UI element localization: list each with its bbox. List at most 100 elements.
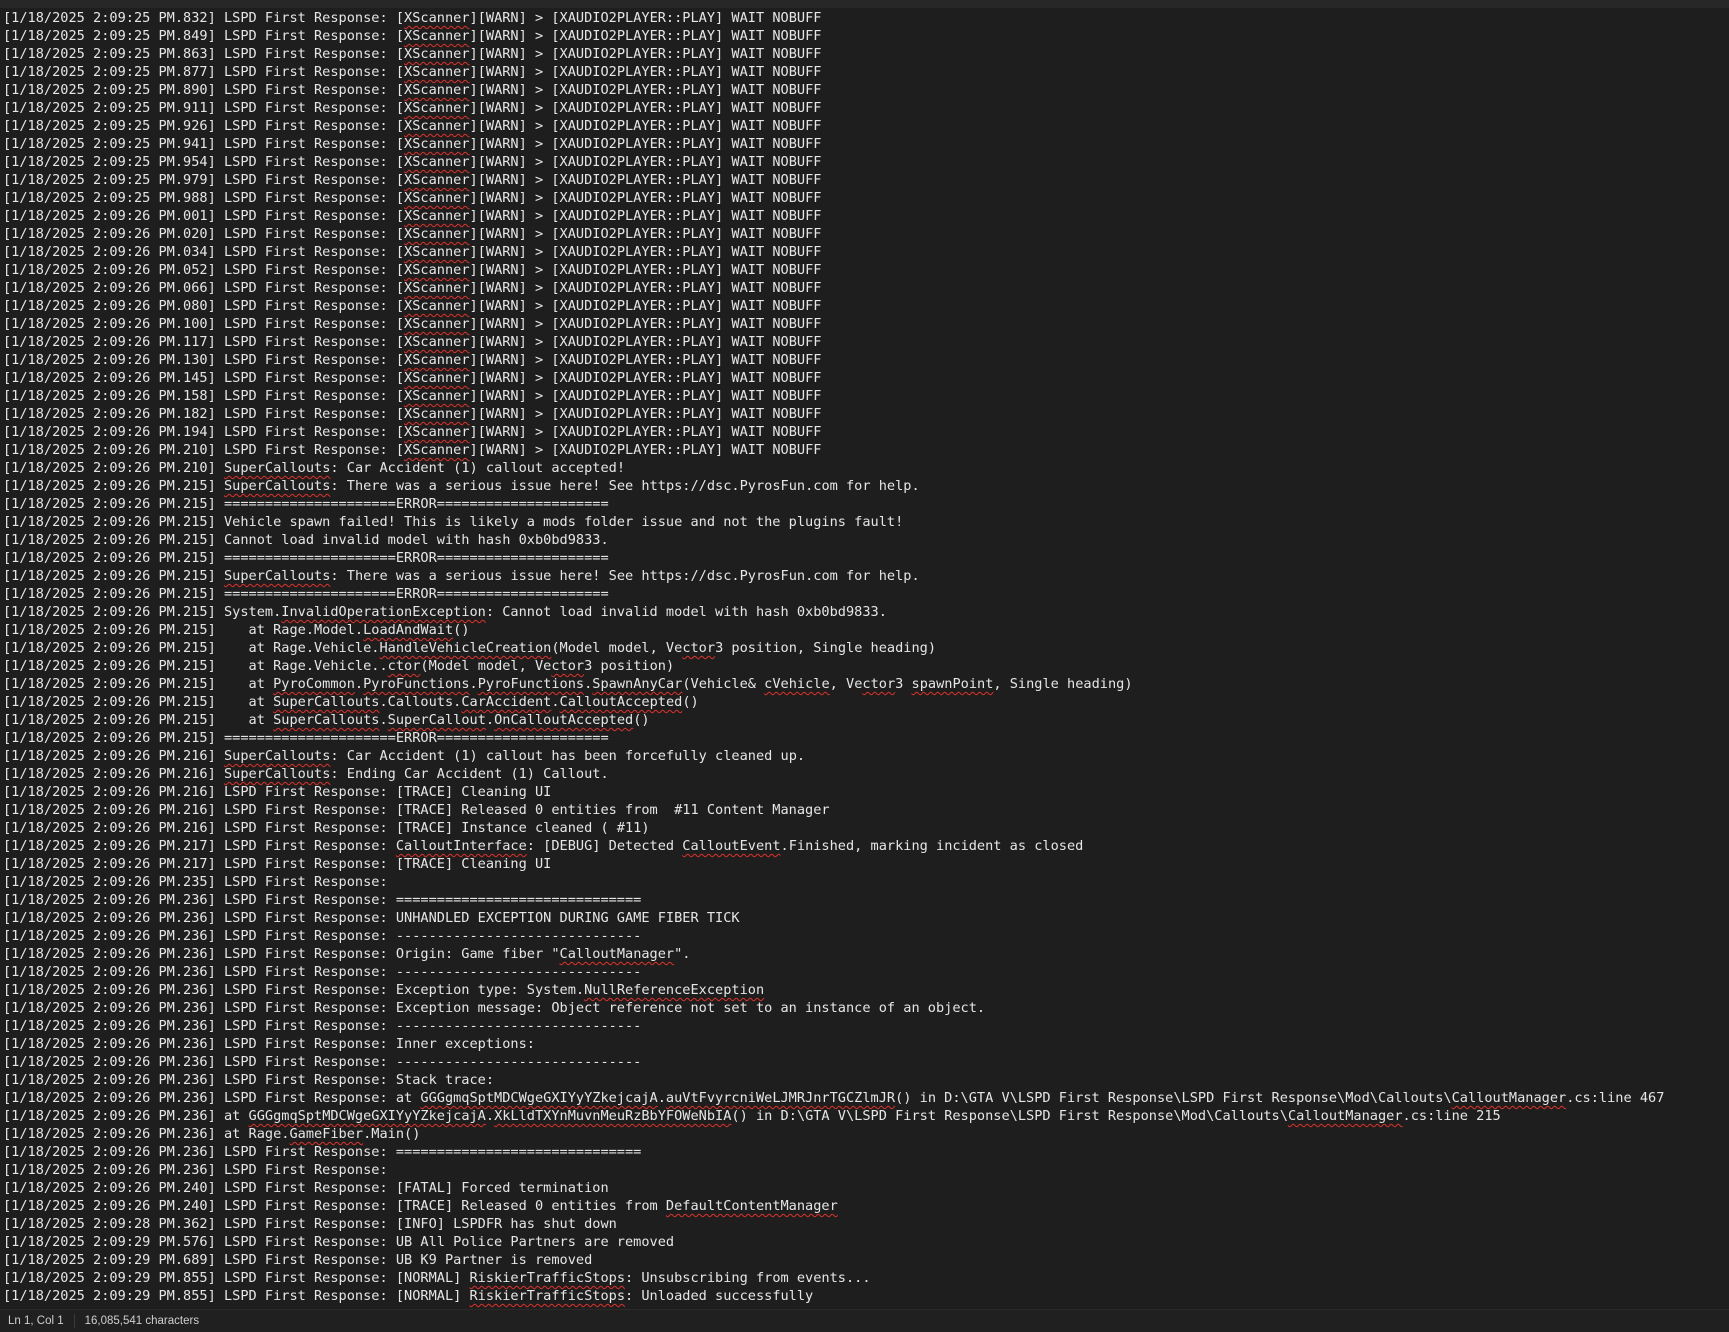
log-line: [1/18/2025 2:09:26 PM.236] LSPD First Re…: [3, 982, 765, 998]
spellcheck-squiggle: ctor: [862, 676, 896, 692]
log-line: [1/18/2025 2:09:26 PM.217] LSPD First Re…: [3, 838, 1084, 854]
log-line: [1/18/2025 2:09:26 PM.215] at SuperCallo…: [3, 694, 699, 710]
log-line: [1/18/2025 2:09:26 PM.052] LSPD First Re…: [3, 262, 822, 278]
log-line: [1/18/2025 2:09:26 PM.236] LSPD First Re…: [3, 946, 691, 962]
spellcheck-squiggle: SuperCallouts: [273, 712, 380, 728]
log-line: [1/18/2025 2:09:26 PM.240] LSPD First Re…: [3, 1180, 609, 1196]
log-line: [1/18/2025 2:09:26 PM.215] System.Invali…: [3, 604, 887, 620]
log-line: [1/18/2025 2:09:26 PM.130] LSPD First Re…: [3, 352, 822, 368]
spellcheck-squiggle: SuperCallouts: [223, 460, 331, 476]
log-line: [1/18/2025 2:09:26 PM.210] LSPD First Re…: [3, 442, 822, 458]
log-line: [1/18/2025 2:09:26 PM.080] LSPD First Re…: [3, 298, 822, 314]
log-line: [1/18/2025 2:09:26 PM.215] =============…: [3, 730, 609, 746]
log-line: [1/18/2025 2:09:26 PM.215] SuperCallouts…: [3, 478, 920, 494]
spellcheck-squiggle: NullReferenceException: [584, 982, 765, 998]
log-line: [1/18/2025 2:09:26 PM.100] LSPD First Re…: [3, 316, 822, 332]
log-line: [1/18/2025 2:09:26 PM.235] LSPD First Re…: [3, 874, 388, 890]
log-line: [1/18/2025 2:09:29 PM.855] LSPD First Re…: [3, 1270, 871, 1286]
log-line: [1/18/2025 2:09:25 PM.926] LSPD First Re…: [3, 118, 822, 134]
log-line: [1/18/2025 2:09:29 PM.855] LSPD First Re…: [3, 1288, 814, 1304]
log-line: [1/18/2025 2:09:26 PM.236] LSPD First Re…: [3, 1072, 495, 1088]
spellcheck-squiggle: XScanner: [404, 28, 470, 44]
log-line: [1/18/2025 2:09:26 PM.236] LSPD First Re…: [3, 910, 740, 926]
log-line: [1/18/2025 2:09:26 PM.117] LSPD First Re…: [3, 334, 822, 350]
log-line: [1/18/2025 2:09:26 PM.236] LSPD First Re…: [3, 928, 642, 944]
log-line: [1/18/2025 2:09:26 PM.236] at GGGgmqSptM…: [3, 1108, 1501, 1124]
spellcheck-squiggle: HandleVehicleCreation: [379, 640, 552, 656]
log-line: [1/18/2025 2:09:25 PM.890] LSPD First Re…: [3, 82, 822, 98]
log-line: [1/18/2025 2:09:25 PM.954] LSPD First Re…: [3, 154, 822, 170]
spellcheck-squiggle: XScanner: [404, 190, 470, 206]
spellcheck-squiggle: CalloutAccepted: [559, 694, 683, 710]
spellcheck-squiggle: XScanner: [404, 46, 470, 62]
spellcheck-squiggle: PyroFunctions: [363, 676, 470, 692]
character-count: 16,085,541 characters: [84, 1315, 200, 1327]
log-line: [1/18/2025 2:09:26 PM.194] LSPD First Re…: [3, 424, 822, 440]
log-line: [1/18/2025 2:09:26 PM.236] LSPD First Re…: [3, 892, 642, 908]
spellcheck-squiggle: XScanner: [404, 64, 470, 80]
spellcheck-squiggle: XScanner: [404, 334, 470, 350]
spellcheck-squiggle: XScanner: [404, 316, 470, 332]
spellcheck-squiggle: RiskierTrafficStops: [469, 1288, 626, 1304]
spellcheck-squiggle: XScanner: [404, 406, 470, 422]
log-line: [1/18/2025 2:09:26 PM.236] at Rage.GameF…: [3, 1126, 421, 1142]
spellcheck-squiggle: SuperCallouts: [223, 748, 331, 764]
spellcheck-squiggle: InvalidOperationException: [281, 604, 486, 620]
spellcheck-squiggle: GameFiber: [289, 1126, 364, 1142]
spellcheck-squiggle: XScanner: [404, 370, 470, 386]
log-line: [1/18/2025 2:09:25 PM.877] LSPD First Re…: [3, 64, 822, 80]
spellcheck-squiggle: SuperCallouts: [223, 568, 331, 584]
log-line: [1/18/2025 2:09:29 PM.576] LSPD First Re…: [3, 1234, 675, 1250]
spellcheck-squiggle: CalloutManager: [1451, 1090, 1567, 1106]
log-line: [1/18/2025 2:09:25 PM.849] LSPD First Re…: [3, 28, 822, 44]
log-line: [1/18/2025 2:09:26 PM.216] SuperCallouts…: [3, 748, 806, 764]
spellcheck-squiggle: LoadAndWait: [363, 622, 454, 638]
spellcheck-squiggle: ctor: [551, 658, 585, 674]
spellcheck-squiggle: SuperCallouts: [223, 478, 331, 494]
spellcheck-squiggle: XScanner: [404, 154, 470, 170]
spellcheck-squiggle: XScanner: [404, 262, 470, 278]
log-line: [1/18/2025 2:09:29 PM.689] LSPD First Re…: [3, 1252, 593, 1268]
spellcheck-squiggle: ctor: [387, 658, 421, 674]
spellcheck-squiggle: SuperCallouts: [223, 766, 331, 782]
log-line: [1/18/2025 2:09:26 PM.215] =============…: [3, 550, 609, 566]
log-line: [1/18/2025 2:09:26 PM.215] SuperCallouts…: [3, 568, 920, 584]
spellcheck-squiggle: XScanner: [404, 118, 470, 134]
log-line: [1/18/2025 2:09:26 PM.182] LSPD First Re…: [3, 406, 822, 422]
spellcheck-squiggle: CalloutManager: [559, 946, 675, 962]
log-line: [1/18/2025 2:09:26 PM.215] at Rage.Model…: [3, 622, 470, 638]
log-line: [1/18/2025 2:09:26 PM.215] Vehicle spawn…: [3, 514, 904, 530]
log-line: [1/18/2025 2:09:26 PM.236] LSPD First Re…: [3, 1162, 388, 1178]
spellcheck-squiggle: PyroFunctions: [477, 676, 585, 692]
spellcheck-squiggle: ctor: [682, 640, 716, 656]
spellcheck-squiggle: SuperCallouts: [273, 694, 380, 710]
spellcheck-squiggle: cVehicle: [764, 676, 830, 692]
log-line: [1/18/2025 2:09:26 PM.210] SuperCallouts…: [3, 460, 626, 476]
log-line: [1/18/2025 2:09:26 PM.215] at PyroCommon…: [3, 676, 1133, 692]
spellcheck-squiggle: XScanner: [404, 298, 470, 314]
cursor-position[interactable]: Ln 1, Col 1: [0, 1314, 75, 1328]
spellcheck-squiggle: DefaultContentManager: [665, 1198, 838, 1214]
spellcheck-squiggle: CarAccident: [461, 694, 552, 710]
text-editor-area[interactable]: [1/18/2025 2:09:25 PM.832] LSPD First Re…: [0, 0, 1729, 1309]
log-line: [1/18/2025 2:09:26 PM.216] LSPD First Re…: [3, 802, 830, 818]
log-line: [1/18/2025 2:09:26 PM.240] LSPD First Re…: [3, 1198, 838, 1214]
log-line: [1/18/2025 2:09:26 PM.236] LSPD First Re…: [3, 1000, 986, 1016]
log-line: [1/18/2025 2:09:26 PM.236] LSPD First Re…: [3, 1090, 1665, 1106]
log-line: [1/18/2025 2:09:25 PM.979] LSPD First Re…: [3, 172, 822, 188]
spellcheck-squiggle: XScanner: [404, 280, 470, 296]
log-line: [1/18/2025 2:09:26 PM.216] LSPD First Re…: [3, 784, 552, 800]
log-line: [1/18/2025 2:09:26 PM.001] LSPD First Re…: [3, 208, 822, 224]
spellcheck-squiggle: CalloutManager: [1287, 1108, 1403, 1124]
spellcheck-squiggle: XScanner: [404, 208, 470, 224]
log-line: [1/18/2025 2:09:25 PM.863] LSPD First Re…: [3, 46, 822, 62]
spellcheck-squiggle: XScanner: [404, 10, 470, 26]
spellcheck-squiggle: SpawnAnyCar: [592, 676, 683, 692]
spellcheck-squiggle: XScanner: [404, 352, 470, 368]
log-line: [1/18/2025 2:09:26 PM.236] LSPD First Re…: [3, 1018, 642, 1034]
spellcheck-squiggle: XScanner: [404, 442, 470, 458]
editor-top-strip: [0, 0, 1729, 8]
log-line: [1/18/2025 2:09:26 PM.236] LSPD First Re…: [3, 1054, 642, 1070]
spellcheck-squiggle: XScanner: [404, 226, 470, 242]
log-line: [1/18/2025 2:09:25 PM.911] LSPD First Re…: [3, 100, 822, 116]
